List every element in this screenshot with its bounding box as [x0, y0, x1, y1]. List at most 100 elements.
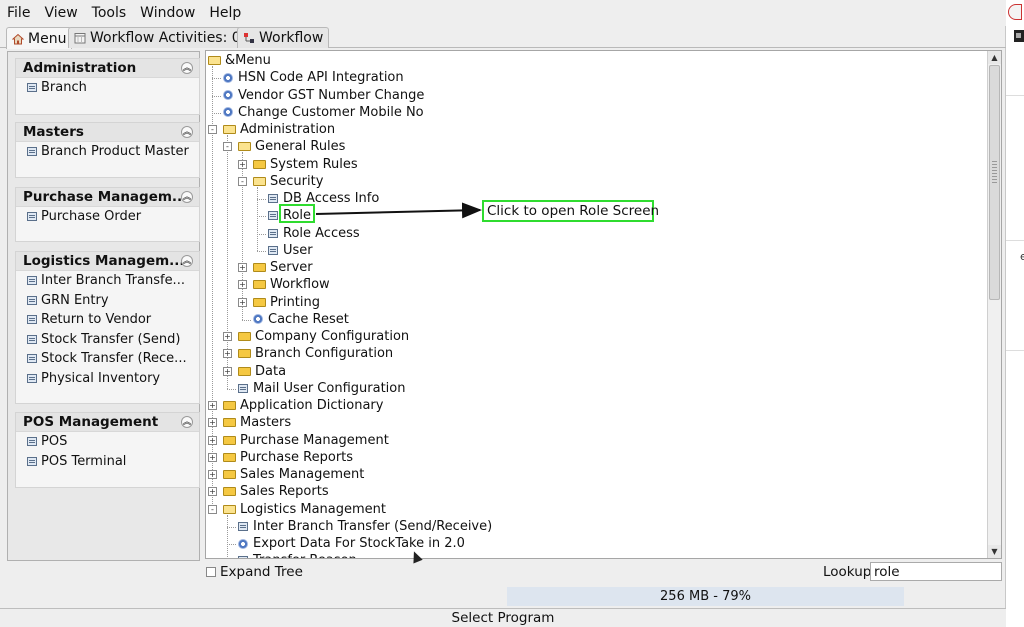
tree-node-logistics-management[interactable]: Logistics Management	[223, 501, 386, 518]
scroll-thumb[interactable]	[989, 65, 1000, 300]
collapse-icon[interactable]: -	[208, 125, 217, 134]
tree-node-cache-reset[interactable]: Cache Reset	[253, 311, 349, 328]
collapse-icon[interactable]: -	[223, 142, 232, 152]
expand-icon[interactable]: +	[208, 401, 217, 410]
tree-node-purchase-management[interactable]: Purchase Management	[223, 432, 389, 449]
panel-item-stock-transfer-send[interactable]: Stock Transfer (Send)	[16, 330, 199, 350]
expand-icon[interactable]: +	[238, 297, 247, 307]
folder-open-icon	[208, 56, 221, 65]
collapse-icon[interactable]: ︽	[181, 416, 193, 428]
process-icon	[238, 538, 248, 549]
menu-view[interactable]: View	[44, 5, 77, 21]
lookup-input[interactable]	[870, 562, 1002, 581]
tree-node-printing[interactable]: Printing	[253, 294, 320, 311]
tree-node-hsn-code-api-integration[interactable]: HSN Code API Integration	[223, 69, 404, 86]
tree-node-export-data-for-stocktake-in-2-0[interactable]: Export Data For StockTake in 2.0	[238, 535, 465, 552]
collapse-icon[interactable]: -	[238, 176, 247, 186]
panel-item-pos[interactable]: POS	[16, 432, 199, 452]
expand-icon[interactable]: +	[223, 366, 232, 376]
tree-node-masters[interactable]: Masters	[223, 414, 291, 431]
tree-node-sales-reports[interactable]: Sales Reports	[223, 483, 329, 500]
expand-icon[interactable]: +	[223, 332, 232, 341]
expand-icon[interactable]: +	[208, 470, 217, 479]
tree-node-general-rules[interactable]: General Rules	[238, 138, 345, 155]
scroll-down-icon[interactable]: ▼	[988, 545, 1001, 558]
panel-title[interactable]: Purchase Managem... ︽	[16, 188, 199, 207]
tree-node-role-access[interactable]: Role Access	[268, 225, 360, 242]
tree-node-user[interactable]: User	[268, 242, 313, 259]
tree-node-server[interactable]: Server	[253, 259, 313, 276]
panel-item-physical-inventory[interactable]: Physical Inventory	[16, 369, 199, 389]
tree-node-branch-configuration[interactable]: Branch Configuration	[238, 345, 393, 362]
tree-node-purchase-reports[interactable]: Purchase Reports	[223, 449, 353, 466]
scroll-up-icon[interactable]: ▲	[988, 51, 1001, 64]
expand-tree-checkbox[interactable]: Expand Tree	[206, 564, 303, 580]
tree-node-vendor-gst-number-change[interactable]: Vendor GST Number Change	[223, 87, 424, 104]
panel-item-branch[interactable]: Branch	[16, 78, 199, 98]
panel-title[interactable]: POS Management ︽	[16, 413, 199, 432]
tree-node-security[interactable]: Security	[253, 173, 323, 190]
panel-item-stock-transfer-receive[interactable]: Stock Transfer (Rece...	[16, 349, 199, 369]
tree-node-inter-branch-transfer-send-receive[interactable]: Inter Branch Transfer (Send/Receive)	[238, 518, 492, 535]
panel-item-grn-entry[interactable]: GRN Entry	[16, 291, 199, 311]
tree-node-company-configuration[interactable]: Company Configuration	[238, 328, 409, 345]
tree-node-mail-user-configuration[interactable]: Mail User Configuration	[238, 380, 405, 397]
tab-menu[interactable]: Menu	[6, 27, 73, 49]
panel-item-branch-product-master[interactable]: Branch Product Master	[16, 142, 199, 162]
tree-node-change-customer-mobile-no[interactable]: Change Customer Mobile No	[223, 104, 424, 121]
tree-connector	[257, 216, 266, 218]
tab-menu-label: Menu	[28, 30, 67, 47]
tree-node-administration[interactable]: Administration	[223, 121, 335, 138]
tree-connector	[227, 388, 236, 390]
expand-icon[interactable]: +	[238, 263, 247, 272]
tree-node-label: System Rules	[270, 156, 358, 172]
tree-scrollbar[interactable]: ▲ ▼	[987, 51, 1001, 558]
tree-node-application-dictionary[interactable]: Application Dictionary	[223, 397, 383, 414]
collapse-icon[interactable]: ︽	[181, 126, 193, 138]
tree-node-transfer-reason[interactable]: Transfer Reason	[238, 552, 357, 558]
window-icon	[27, 437, 37, 447]
checkbox-icon[interactable]	[206, 567, 216, 577]
menu-help[interactable]: Help	[209, 5, 241, 21]
panel-item-return-to-vendor[interactable]: Return to Vendor	[16, 310, 199, 330]
expand-icon[interactable]: +	[208, 452, 217, 462]
collapse-icon[interactable]: ︽	[181, 191, 193, 203]
expand-icon[interactable]: +	[238, 159, 247, 169]
process-icon	[253, 314, 263, 325]
panel-item-inter-branch-transfer[interactable]: Inter Branch Transfe...	[16, 271, 199, 291]
tree-node-label: Change Customer Mobile No	[238, 104, 424, 120]
tree-node-sales-management[interactable]: Sales Management	[223, 466, 364, 483]
panel-title[interactable]: Masters ︽	[16, 123, 199, 142]
tree-node-workflow[interactable]: Workflow	[253, 276, 330, 293]
expand-icon[interactable]: +	[208, 418, 217, 428]
expand-icon[interactable]: +	[238, 280, 247, 290]
tab-workflow[interactable]: Workflow	[237, 27, 330, 48]
callout-text: Click to open Role Screen	[487, 203, 660, 219]
tab-workflow-activities[interactable]: Workflow Activities: 0	[68, 27, 247, 48]
panel-title[interactable]: Logistics Managem... ︽	[16, 252, 199, 271]
expand-icon[interactable]: +	[223, 349, 232, 359]
menu-tools[interactable]: Tools	[92, 5, 127, 21]
panel-item-purchase-order[interactable]: Purchase Order	[16, 207, 199, 227]
tree-node-menu[interactable]: &Menu	[208, 52, 271, 69]
grip-icon	[992, 161, 997, 185]
panel-title[interactable]: Administration ︽	[16, 59, 199, 78]
collapse-icon[interactable]: ︽	[181, 255, 193, 267]
folder-icon	[223, 452, 236, 462]
process-icon	[223, 90, 233, 100]
expand-icon[interactable]: +	[208, 487, 217, 497]
collapse-icon[interactable]: ︽	[181, 62, 193, 74]
tree-node-label: Branch Configuration	[255, 346, 394, 362]
tree-node-label: Purchase Reports	[240, 449, 354, 465]
collapse-icon[interactable]: -	[208, 504, 217, 514]
lookup-label: Lookup	[823, 564, 872, 580]
panel-item-pos-terminal[interactable]: POS Terminal	[16, 452, 199, 472]
folder-icon	[253, 159, 266, 169]
memory-indicator[interactable]: 256 MB - 79%	[507, 587, 904, 606]
menu-file[interactable]: File	[7, 5, 30, 21]
tree-node-system-rules[interactable]: System Rules	[253, 156, 358, 173]
expand-icon[interactable]: +	[208, 435, 217, 445]
menu-window[interactable]: Window	[140, 5, 195, 21]
tree-node-data[interactable]: Data	[238, 363, 286, 380]
folder-icon	[238, 366, 251, 376]
